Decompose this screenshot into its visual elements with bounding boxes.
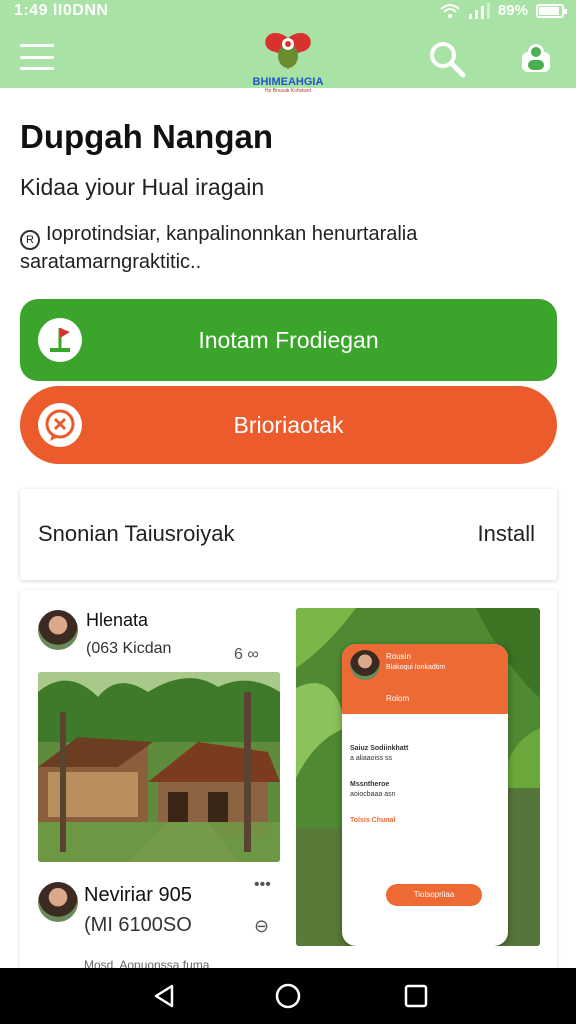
village-house-photo[interactable] — [38, 672, 280, 862]
info-icon: R — [20, 230, 40, 250]
profile-icon[interactable] — [518, 40, 554, 76]
phone-bottom-button: Tiolsopriiaa — [386, 884, 482, 906]
avatar[interactable] — [38, 882, 78, 922]
app-screen: 1:49 lI0DNN 89% BHIMEAHGIA Hp Bnuvak Koh… — [0, 0, 576, 1024]
post-author-name: Hlenata — [86, 610, 149, 630]
battery-icon — [536, 3, 567, 18]
post-meta: (063 Kicdan — [86, 640, 172, 657]
recents-square-icon[interactable] — [402, 982, 430, 1010]
more-options-icon[interactable]: ••• — [254, 876, 271, 894]
logo-emblem-icon — [265, 32, 311, 70]
phone-header-sub: Blakoqui Ionkadtim — [386, 664, 446, 671]
page-title: Dupgah Nangan — [20, 118, 273, 155]
chat-bubble-icon — [38, 403, 82, 447]
flag-icon — [38, 318, 82, 362]
battery-percent: 89% — [497, 2, 528, 19]
wifi-icon — [440, 3, 460, 18]
page-description: R Ioprotindsiar, kanpalinonnkan henurtara… — [20, 222, 540, 274]
phone-header: Rousin Blakoqui Ionkadtim Rolom — [342, 644, 508, 714]
primary-action-label: Inotam Frodiegan — [198, 326, 379, 353]
home-circle-icon[interactable] — [274, 982, 302, 1010]
app-top-bar: 1:49 lI0DNN 89% BHIMEAHGIA Hp Bnuvak Koh… — [0, 0, 576, 94]
app-preview-panel[interactable]: Rousin Blakoqui Ionkadtim Rolom Saiuz So… — [296, 608, 540, 946]
secondary-action-label: Brioriaotak — [233, 411, 344, 438]
primary-action-button[interactable]: Inotam Frodiegan — [20, 299, 557, 381]
description-text: Ioprotindsiar, kanpalinonnkan henurtaral… — [20, 223, 418, 273]
post-author-name: Neviriar 905 — [84, 884, 192, 906]
avatar[interactable] — [38, 610, 78, 650]
post-actions[interactable]: ⊖ — [254, 916, 269, 937]
install-card-label: Snonian Taiusroiyak — [38, 521, 235, 546]
hamburger-menu-icon[interactable] — [20, 44, 54, 70]
status-bar: 1:49 lI0DNN 89% — [0, 0, 576, 24]
system-navigation-bar — [0, 968, 576, 1024]
feed-post[interactable]: Hlenata (063 Kicdan 6 ∞ — [38, 608, 280, 864]
app-logo: BHIMEAHGIA Hp Bnuvak Kohsiwet — [238, 30, 338, 96]
logo-text: BHIMEAHGIA — [252, 76, 324, 88]
battery-fill — [539, 6, 560, 15]
status-time: 1:49 lI0DNN — [14, 2, 109, 19]
feed-post[interactable]: Neviriar 905 (MI 6100SO ••• ⊖ Mosd. Aopu… — [38, 876, 280, 970]
feed-card: Hlenata (063 Kicdan 6 ∞ Neviriar 905 (MI… — [20, 590, 557, 970]
phone-list-item: Tolsis Chunal — [350, 817, 396, 824]
page-subtitle: Kidaa yiour Hual iragain — [20, 174, 265, 200]
signal-icon — [468, 2, 490, 19]
phone-list-item: Mssntheroe aoiocbaaa asn — [350, 781, 396, 798]
avatar — [350, 650, 380, 680]
phone-list: Saiuz Sodiinkhatt a aliaaoiss ss Mssnther… — [350, 744, 500, 852]
phone-header-title: Rousin — [386, 652, 411, 661]
back-triangle-icon[interactable] — [150, 982, 178, 1010]
phone-mockup: Rousin Blakoqui Ionkadtim Rolom Saiuz So… — [342, 644, 508, 946]
phone-tab-label: Rolom — [386, 694, 410, 703]
post-meta: (MI 6100SO — [84, 914, 192, 936]
search-icon[interactable] — [428, 40, 466, 78]
install-card: Snonian Taiusroiyak Install — [20, 489, 557, 580]
logo-subtext: Hp Bnuvak Kohsiwet — [264, 88, 312, 94]
secondary-action-button[interactable]: Brioriaotak — [20, 386, 557, 464]
phone-list-item: Saiuz Sodiinkhatt a aliaaoiss ss — [350, 745, 409, 762]
install-button[interactable]: Install — [478, 521, 535, 547]
status-icons: 89% — [440, 2, 567, 19]
post-actions[interactable]: 6 ∞ — [234, 646, 259, 664]
